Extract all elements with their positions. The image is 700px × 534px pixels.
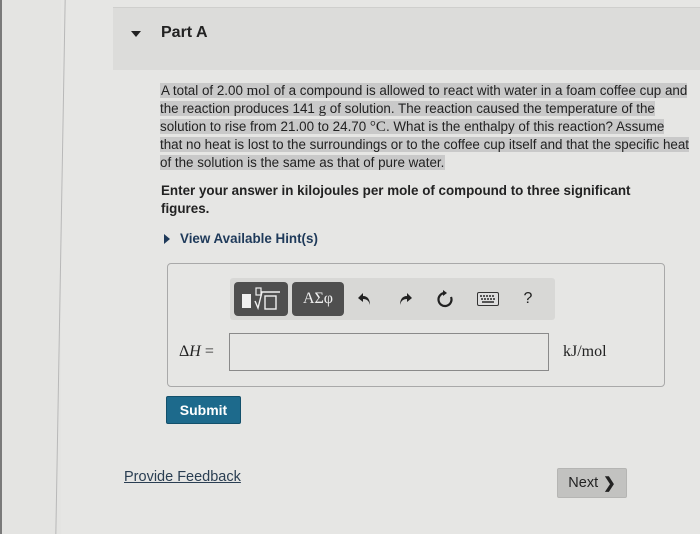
provide-feedback-link[interactable]: Provide Feedback [124, 469, 241, 485]
keyboard-icon [477, 292, 499, 306]
left-edge [0, 0, 2, 534]
unit-celsius: °C [369, 119, 386, 135]
answer-input[interactable] [229, 333, 549, 371]
equals-sign: = [200, 343, 214, 360]
redo-icon [400, 293, 412, 305]
reset-button[interactable] [432, 286, 458, 312]
question-seg: A total of 2.00 [161, 83, 247, 98]
undo-button[interactable] [352, 286, 378, 312]
question-body: A total of 2.00 mol of a compound is all… [160, 83, 690, 170]
keyboard-button[interactable] [475, 286, 501, 312]
greek-symbols-button[interactable]: ΑΣφ [292, 282, 344, 316]
unit-g: g [318, 101, 327, 117]
view-hints-toggle[interactable]: View Available Hint(s) [164, 231, 318, 246]
templates-icon [242, 287, 280, 311]
next-label: Next [568, 475, 599, 491]
math-toolbar: ΑΣφ ? [230, 278, 555, 320]
unit-mol: mol [246, 83, 270, 99]
templates-button[interactable] [234, 282, 288, 316]
chevron-right-icon: ❯ [603, 475, 616, 492]
submit-button[interactable]: Submit [166, 396, 241, 424]
collapse-caret-icon[interactable] [131, 31, 141, 37]
undo-icon [358, 293, 370, 305]
delta-symbol: Δ [179, 343, 190, 360]
caret-right-icon [164, 233, 170, 244]
unit-label: kJ/mol [563, 343, 607, 360]
question-text: A total of 2.00 mol of a compound is all… [160, 82, 690, 172]
next-button[interactable]: Next ❯ [557, 468, 627, 498]
reset-icon [437, 290, 453, 308]
redo-button[interactable] [392, 286, 418, 312]
part-title: Part A [161, 24, 208, 41]
delta-h-label: ΔH = [179, 343, 214, 361]
answer-instruction: Enter your answer in kilojoules per mole… [161, 183, 631, 216]
hint-label: View Available Hint(s) [180, 231, 318, 246]
help-button[interactable]: ? [515, 286, 541, 312]
variable-h: H [189, 343, 201, 360]
